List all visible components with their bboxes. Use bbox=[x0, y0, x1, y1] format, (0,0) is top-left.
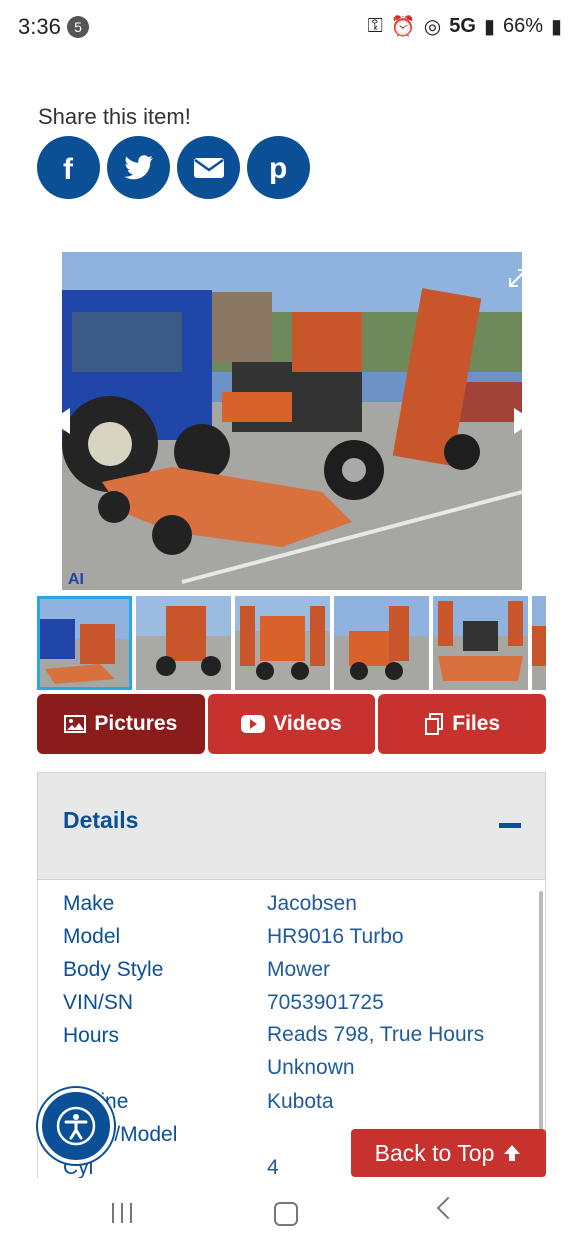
status-time: 3:36 bbox=[18, 14, 61, 39]
play-icon bbox=[241, 715, 266, 733]
media-tabs: Pictures Videos Files bbox=[37, 694, 547, 754]
signal-icon: ▮ bbox=[483, 16, 495, 38]
home-button[interactable] bbox=[274, 1202, 298, 1226]
system-nav-bar bbox=[0, 1178, 576, 1250]
detail-value: HR9016 Turbo bbox=[267, 925, 404, 948]
hotspot-icon: ◎ bbox=[423, 16, 442, 38]
key-icon: ⚿ bbox=[367, 15, 383, 37]
tab-label: Pictures bbox=[94, 712, 178, 735]
svg-text:f: f bbox=[63, 153, 74, 183]
facebook-share-button[interactable]: f bbox=[37, 136, 100, 199]
pinterest-icon: p bbox=[269, 152, 287, 184]
back-to-top-button[interactable]: Back to Top bbox=[351, 1129, 546, 1177]
detail-key: Model bbox=[63, 925, 121, 948]
detail-key: Year bbox=[63, 879, 253, 883]
main-photo[interactable]: AI bbox=[62, 252, 522, 590]
recent-apps-button[interactable] bbox=[112, 1203, 132, 1223]
detail-value: 2015 bbox=[267, 879, 507, 883]
thumbnail[interactable] bbox=[37, 596, 132, 690]
detail-key: Make bbox=[63, 892, 115, 915]
thumbnail[interactable] bbox=[136, 596, 231, 690]
thumbnail[interactable] bbox=[433, 596, 528, 690]
accessibility-icon bbox=[56, 1106, 96, 1146]
svg-text:AI: AI bbox=[68, 571, 84, 588]
share-buttons: f p bbox=[37, 136, 310, 199]
share-label: Share this item! bbox=[38, 104, 191, 129]
details-title: Details bbox=[63, 807, 139, 833]
detail-value: 7053901725 bbox=[267, 991, 384, 1014]
next-photo-button[interactable] bbox=[514, 408, 534, 434]
battery-text: 66% bbox=[502, 15, 543, 37]
tab-label: Files bbox=[452, 712, 501, 735]
previous-photo-button[interactable] bbox=[50, 408, 70, 434]
notification-badge: 5 bbox=[67, 16, 89, 38]
thumbnail[interactable] bbox=[235, 596, 330, 690]
accessibility-button[interactable] bbox=[38, 1088, 114, 1164]
status-bar: 3:36 5 ⚿ ⏰ ◎ 5G ▮ 66% ▮ bbox=[0, 0, 576, 52]
collapse-icon[interactable] bbox=[499, 823, 521, 828]
thumbnail-strip bbox=[37, 596, 546, 690]
tab-pictures[interactable]: Pictures bbox=[37, 694, 205, 754]
facebook-icon: f bbox=[63, 153, 74, 183]
tab-label: Videos bbox=[273, 712, 342, 735]
pinterest-share-button[interactable]: p bbox=[247, 136, 310, 199]
details-header[interactable]: Details bbox=[37, 772, 546, 880]
back-to-top-label: Back to Top bbox=[374, 1139, 495, 1166]
svg-text:p: p bbox=[269, 152, 287, 184]
back-button[interactable] bbox=[436, 1196, 460, 1220]
detail-value: Reads 798, True Hours Unknown bbox=[267, 1023, 485, 1079]
fullscreen-icon[interactable] bbox=[506, 266, 530, 295]
image-icon bbox=[64, 715, 87, 733]
detail-key: VIN/SN bbox=[63, 991, 134, 1014]
arrow-up-icon bbox=[504, 1145, 521, 1161]
thumbnail[interactable] bbox=[532, 596, 546, 690]
battery-icon: ▮ bbox=[550, 16, 562, 38]
tab-files[interactable]: Files bbox=[378, 694, 547, 754]
mower-photo: AI bbox=[62, 252, 522, 590]
status-icons: ⚿ ⏰ ◎ 5G ▮ 66% ▮ bbox=[368, 14, 562, 39]
detail-value: Mower bbox=[267, 958, 331, 981]
detail-value: Jacobsen bbox=[267, 892, 357, 915]
alarm-icon: ⏰ bbox=[390, 16, 416, 38]
files-icon bbox=[425, 713, 444, 735]
details-scrollbar[interactable] bbox=[539, 891, 543, 1151]
detail-key: Body Style bbox=[63, 958, 164, 981]
twitter-share-button[interactable] bbox=[107, 136, 170, 199]
twitter-icon bbox=[123, 154, 153, 179]
tab-videos[interactable]: Videos bbox=[207, 694, 376, 754]
thumbnail[interactable] bbox=[334, 596, 429, 690]
network-label: 5G bbox=[449, 15, 476, 37]
detail-value: Kubota bbox=[267, 1090, 334, 1113]
detail-key: Hours bbox=[63, 1024, 120, 1047]
email-icon bbox=[193, 157, 224, 178]
email-share-button[interactable] bbox=[177, 136, 240, 199]
